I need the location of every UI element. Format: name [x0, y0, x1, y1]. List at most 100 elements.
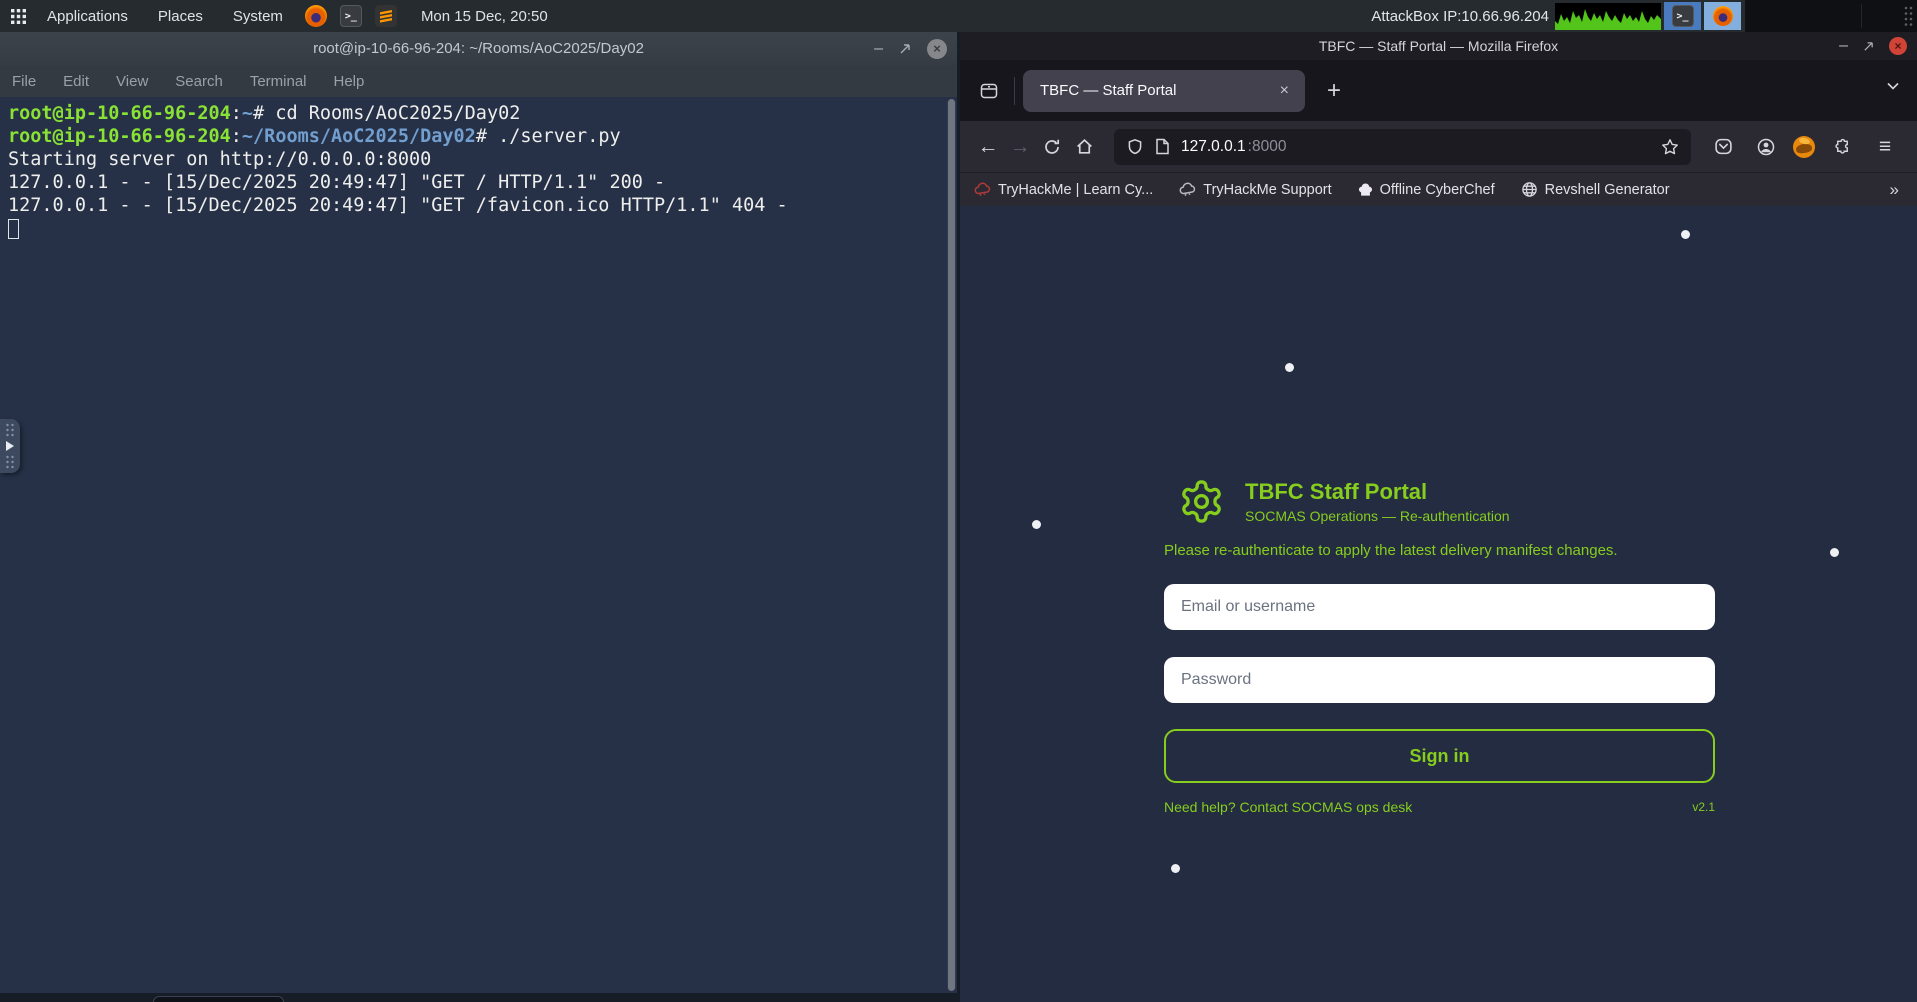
gear-icon: [1178, 478, 1225, 525]
menu-system[interactable]: System: [233, 8, 283, 25]
applications-grid-icon[interactable]: [10, 8, 27, 25]
tab-tbfc-staff-portal[interactable]: TBFC — Staff Portal ×: [1023, 70, 1305, 112]
list-all-tabs-icon[interactable]: [1885, 78, 1901, 94]
panel-menus: Applications Places System: [47, 8, 283, 25]
bookmarks-overflow-icon[interactable]: »: [1890, 180, 1903, 200]
terminal-line: Starting server on http://0.0.0.0:8000: [8, 148, 949, 171]
top-panel: Applications Places System >_ Mon 15 Dec…: [0, 0, 1917, 32]
menu-applications[interactable]: Applications: [47, 8, 128, 25]
account-icon[interactable]: [1750, 131, 1782, 163]
password-input[interactable]: [1164, 657, 1715, 703]
help-link[interactable]: Need help? Contact SOCMAS ops desk: [1164, 799, 1412, 815]
reload-icon[interactable]: [1036, 131, 1068, 163]
terminal-menu-view[interactable]: View: [116, 73, 148, 90]
firefox-titlebar[interactable]: TBFC — Staff Portal — Mozilla Firefox – …: [960, 32, 1917, 60]
snow-dot: [1830, 548, 1839, 557]
shield-icon[interactable]: [1126, 138, 1144, 156]
terminal-close-button[interactable]: ×: [927, 39, 947, 59]
terminal-menu-edit[interactable]: Edit: [63, 73, 89, 90]
url-host: 127.0.0.1: [1181, 138, 1246, 156]
globe-icon: [1521, 181, 1538, 198]
tryhackme-cloud-icon: [974, 182, 991, 197]
hamburger-menu-icon[interactable]: ≡: [1869, 131, 1901, 163]
tab-label: TBFC — Staff Portal: [1040, 82, 1274, 99]
menu-places[interactable]: Places: [158, 8, 203, 25]
panel-launchers: >_: [305, 5, 397, 27]
firefox-navbar: ← → 127.0.0.1 :8000: [960, 121, 1917, 172]
terminal-line: 127.0.0.1 - - [15/Dec/2025 20:49:47] "GE…: [8, 194, 949, 217]
url-bar[interactable]: 127.0.0.1 :8000: [1114, 129, 1691, 165]
terminal-line: root@ip-10-66-96-204:~/Rooms/AoC2025/Day…: [8, 125, 949, 148]
back-button[interactable]: ←: [972, 131, 1004, 163]
sublime-launcher-icon[interactable]: [375, 5, 397, 27]
terminal-menu-terminal[interactable]: Terminal: [250, 73, 307, 90]
snow-dot: [1171, 864, 1180, 873]
terminal-cursor: [8, 219, 19, 239]
background-window-edge: [153, 996, 284, 1002]
terminal-titlebar[interactable]: root@ip-10-66-96-204: ~/Rooms/AoC2025/Da…: [0, 32, 957, 65]
tab-close-icon[interactable]: ×: [1274, 80, 1295, 102]
sign-in-button[interactable]: Sign in: [1164, 729, 1715, 783]
clock[interactable]: Mon 15 Dec, 20:50: [421, 8, 548, 25]
taskbar-firefox-button[interactable]: [1704, 2, 1741, 30]
extensions-puzzle-icon[interactable]: [1826, 131, 1858, 163]
firefox-view-icon[interactable]: [974, 76, 1004, 106]
bookmark-star-icon[interactable]: [1661, 138, 1679, 156]
terminal-scrollbar[interactable]: [947, 99, 956, 991]
page-subtitle: SOCMAS Operations — Re-authentication: [1245, 508, 1510, 524]
home-icon[interactable]: [1068, 131, 1100, 163]
terminal-minimize-button[interactable]: –: [874, 44, 883, 54]
bookmark-tryhackme-support[interactable]: TryHackMe Support: [1179, 182, 1331, 198]
chef-hat-icon: [1358, 182, 1373, 198]
drawer-expand-icon: [6, 441, 14, 451]
panel-tray: [1745, 0, 1917, 32]
taskbar-terminal-button[interactable]: >_: [1664, 2, 1701, 30]
snow-dot: [1681, 230, 1690, 239]
drawer-dots-icon: [4, 423, 16, 437]
firefox-window-title: TBFC — Staff Portal — Mozilla Firefox: [1319, 38, 1558, 54]
login-card: TBFC Staff Portal SOCMAS Operations — Re…: [1164, 478, 1715, 815]
firefox-window: TBFC — Staff Portal — Mozilla Firefox – …: [960, 32, 1917, 1002]
reauth-notice: Please re-authenticate to apply the late…: [1164, 542, 1715, 559]
page-title: TBFC Staff Portal: [1245, 479, 1510, 504]
desktop-bottom-strip: [0, 993, 957, 1002]
drawer-dots-icon: [4, 455, 16, 469]
firefox-close-button[interactable]: ×: [1889, 37, 1907, 55]
terminal-output[interactable]: root@ip-10-66-96-204:~# cd Rooms/AoC2025…: [0, 97, 957, 993]
terminal-line: root@ip-10-66-96-204:~# cd Rooms/AoC2025…: [8, 102, 949, 125]
terminal-menubar: File Edit View Search Terminal Help: [0, 65, 957, 97]
staff-portal-page: TBFC Staff Portal SOCMAS Operations — Re…: [960, 206, 1917, 1002]
pocket-icon[interactable]: [1707, 131, 1739, 163]
snow-dot: [1032, 520, 1041, 529]
terminal-maximize-button[interactable]: [899, 43, 911, 55]
terminal-menu-file[interactable]: File: [12, 73, 36, 90]
terminal-menu-search[interactable]: Search: [175, 73, 223, 90]
bookmark-revshell-generator[interactable]: Revshell Generator: [1521, 181, 1670, 198]
url-port: :8000: [1248, 138, 1287, 156]
sidebar-drawer-handle[interactable]: [0, 419, 20, 473]
terminal-scrollbar-thumb[interactable]: [948, 99, 955, 991]
firefox-tab-strip: TBFC — Staff Portal × +: [960, 60, 1917, 121]
bookmark-offline-cyberchef[interactable]: Offline CyberChef: [1358, 182, 1495, 198]
support-cloud-icon: [1179, 182, 1196, 197]
firefox-minimize-button[interactable]: –: [1839, 41, 1848, 51]
version-label: v2.1: [1692, 800, 1715, 814]
terminal-window-title: root@ip-10-66-96-204: ~/Rooms/AoC2025/Da…: [313, 40, 644, 57]
cpu-graph[interactable]: [1555, 3, 1661, 30]
forward-button[interactable]: →: [1004, 131, 1036, 163]
terminal-line: 127.0.0.1 - - [15/Dec/2025 20:49:47] "GE…: [8, 171, 949, 194]
page-info-icon[interactable]: [1155, 138, 1170, 155]
terminal-window: root@ip-10-66-96-204: ~/Rooms/AoC2025/Da…: [0, 32, 957, 993]
panel-handle-icon[interactable]: [1902, 5, 1914, 27]
foxyproxy-extension-icon[interactable]: [1793, 136, 1815, 158]
terminal-menu-help[interactable]: Help: [334, 73, 365, 90]
new-tab-button[interactable]: +: [1319, 77, 1349, 105]
terminal-icon: >_: [1672, 5, 1694, 27]
terminal-launcher-icon[interactable]: >_: [340, 5, 362, 27]
firefox-launcher-icon[interactable]: [305, 5, 327, 27]
bookmarks-toolbar: TryHackMe | Learn Cy... TryHackMe Suppor…: [960, 172, 1917, 206]
bookmark-tryhackme-learn[interactable]: TryHackMe | Learn Cy...: [974, 182, 1153, 198]
firefox-maximize-button[interactable]: [1863, 41, 1874, 52]
username-input[interactable]: [1164, 584, 1715, 630]
attackbox-ip-label: AttackBox IP:10.66.96.204: [1371, 8, 1549, 25]
